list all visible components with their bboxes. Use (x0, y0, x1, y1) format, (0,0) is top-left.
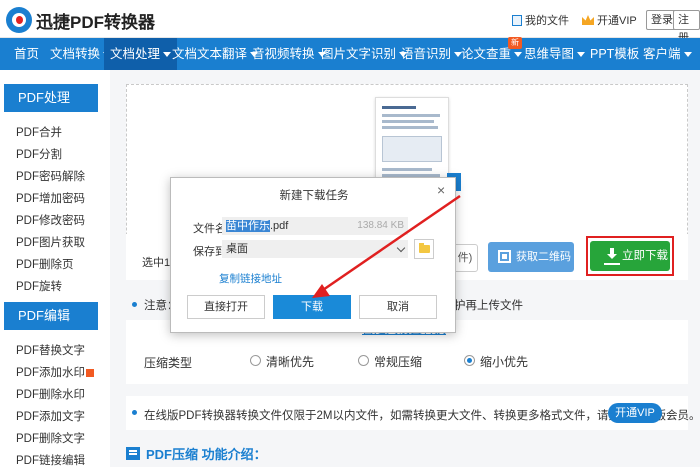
sidebar-item-pdf-merge[interactable]: PDF合并 (16, 124, 62, 140)
hot-tag-icon (86, 368, 94, 377)
sidebar-item-pdf-add-password[interactable]: PDF增加密码 (16, 190, 85, 206)
new-badge: 新 (508, 37, 522, 49)
sidebar-item-pdf-add-watermark[interactable]: PDF添加水印 (16, 364, 94, 380)
browse-folder-button[interactable] (414, 239, 434, 259)
chevron-down-icon (514, 52, 523, 58)
nav-av-convert-label: 音视频转换 (252, 47, 315, 61)
sidebar-item-pdf-unlock[interactable]: PDF密码解除 (16, 168, 85, 184)
nav-mindmap[interactable]: 思维导图 (524, 38, 586, 70)
brand-title[interactable]: 迅捷PDF转换器 (36, 8, 155, 33)
sidebar-item-pdf-edit-links[interactable]: PDF链接编辑 (16, 452, 85, 467)
open-directly-button[interactable]: 直接打开 (187, 295, 265, 319)
download-now-label: 立即下载 (622, 250, 668, 262)
nav-home[interactable]: 首页 (14, 38, 39, 70)
copy-link-address[interactable]: 复制链接地址 (219, 271, 282, 286)
download-icon (606, 248, 618, 264)
thumb-line (382, 106, 416, 109)
nav-doc-process-label: 文档处理 (110, 47, 161, 61)
download-icon-base (604, 263, 620, 265)
bullet-icon (132, 410, 137, 415)
get-qrcode-button[interactable]: 获取二维码 (488, 242, 574, 272)
sidebar-item-pdf-add-text[interactable]: PDF添加文字 (16, 408, 85, 424)
nav-av-convert[interactable]: 音视频转换 (252, 38, 326, 70)
membership-info: 在线版PDF转换器转换文件仅限于2M以内文件，如需转换更大文件、转换更多格式文件… (126, 396, 700, 430)
my-files-link[interactable]: 我的文件 (512, 12, 569, 28)
radio-label: 清晰优先 (266, 355, 315, 369)
nav-speech[interactable]: 语音识别 (401, 38, 463, 70)
radio-clarity-first[interactable] (250, 355, 261, 366)
notice-text: 护再上传文件 (454, 300, 523, 312)
download-now-button[interactable]: 立即下载 (590, 241, 670, 271)
sidebar-item-pdf-change-password[interactable]: PDF修改密码 (16, 212, 85, 228)
vip-link[interactable]: 开通VIP (582, 12, 637, 28)
new-download-dialog: 新建下载任务 × 文件名 苗中作乐.pdf 138.84 KB 保存到 桌面 复… (170, 177, 456, 333)
thumb-line (382, 120, 434, 123)
nav-plagiarism-label: 论文查重 (461, 47, 512, 61)
nav-mindmap-label: 思维导图 (524, 47, 575, 61)
nav-doc-process[interactable]: 文档处理 (104, 38, 178, 70)
cancel-button[interactable]: 取消 (359, 295, 437, 319)
filename-extension: .pdf (270, 220, 289, 232)
save-location-select[interactable]: 桌面 (222, 240, 408, 258)
sidebar-item-pdf-split[interactable]: PDF分割 (16, 146, 62, 162)
sidebar-item-pdf-remove-watermark[interactable]: PDF删除水印 (16, 386, 85, 402)
open-vip-button[interactable]: 开通VIP (608, 403, 662, 423)
sidebar-item-pdf-delete-text[interactable]: PDF删除文字 (16, 430, 85, 446)
close-icon[interactable]: × (437, 182, 445, 198)
thumb-table (382, 136, 442, 162)
top-header: 迅捷PDF转换器 我的文件 开通VIP 登录 注册 (0, 0, 700, 44)
download-button[interactable]: 下载 (273, 295, 351, 319)
nav-translate[interactable]: 文档文本翻译 (172, 38, 259, 70)
sidebar-item-label: PDF添加水印 (16, 367, 85, 379)
radio-shrink-first[interactable] (464, 355, 475, 366)
feature-intro-title: PDF压缩 功能介绍： (126, 444, 267, 463)
chevron-down-icon (577, 52, 586, 58)
nav-ocr[interactable]: 图片文字识别 (321, 38, 408, 70)
nav-ocr-label: 图片文字识别 (321, 47, 397, 61)
sidebar-section-pdf-process: PDF处理 (4, 84, 98, 112)
nav-speech-label: 语音识别 (401, 47, 452, 61)
sidebar-section-pdf-edit: PDF编辑 (4, 302, 98, 330)
thumb-line (382, 168, 432, 171)
sidebar-item-pdf-rotate[interactable]: PDF旋转 (16, 278, 62, 294)
get-qrcode-label: 获取二维码 (516, 251, 571, 263)
crown-icon (582, 15, 594, 25)
folder-icon (419, 243, 430, 253)
filename-selected-text: 苗中作乐 (226, 220, 270, 232)
chevron-down-icon (396, 243, 406, 253)
radio-label: 常规压缩 (374, 355, 423, 369)
compress-type-label: 压缩类型 (144, 356, 193, 370)
sidebar-item-pdf-extract-images[interactable]: PDF图片获取 (16, 234, 85, 250)
sidebar-item-pdf-replace-text[interactable]: PDF替换文字 (16, 342, 85, 358)
filename-field[interactable]: 苗中作乐.pdf 138.84 KB (222, 217, 408, 235)
nav-doc-convert-label: 文档转换 (50, 47, 101, 61)
nav-client-label: 客户端 (643, 47, 681, 61)
radio-label: 缩小优先 (480, 355, 529, 369)
thumb-line (382, 126, 438, 129)
bullet-icon (132, 302, 137, 307)
document-icon (512, 14, 522, 26)
nav-client[interactable]: 客户端 (643, 38, 692, 70)
feature-intro-label: PDF压缩 功能介绍： (146, 447, 267, 462)
logo-icon[interactable] (6, 7, 32, 33)
nav-translate-label: 文档文本翻译 (172, 47, 248, 61)
vip-label: 开通VIP (597, 15, 637, 27)
qrcode-icon (498, 250, 511, 263)
radio-normal[interactable] (358, 355, 369, 366)
dialog-title: 新建下载任务 (279, 190, 349, 202)
my-files-label: 我的文件 (525, 15, 569, 27)
chevron-down-icon (163, 52, 172, 58)
file-size: 138.84 KB (357, 220, 404, 231)
main-nav: 首页 文档转换 文档处理 文档文本翻译 音视频转换 图片文字识别 语音识别 论文… (0, 38, 700, 70)
nav-ppt[interactable]: PPT模板 (590, 38, 639, 70)
save-location-value: 桌面 (226, 243, 248, 255)
sidebar-item-pdf-delete-page[interactable]: PDF删除页 (16, 256, 74, 272)
sidebar: PDF处理 PDF合并 PDF分割 PDF密码解除 PDF增加密码 PDF修改密… (0, 70, 110, 467)
thumb-line (382, 114, 440, 117)
chevron-down-icon (683, 52, 692, 58)
register-button[interactable]: 注册 (673, 10, 700, 44)
document-list-icon (126, 447, 140, 460)
nav-doc-convert[interactable]: 文档转换 (50, 38, 112, 70)
